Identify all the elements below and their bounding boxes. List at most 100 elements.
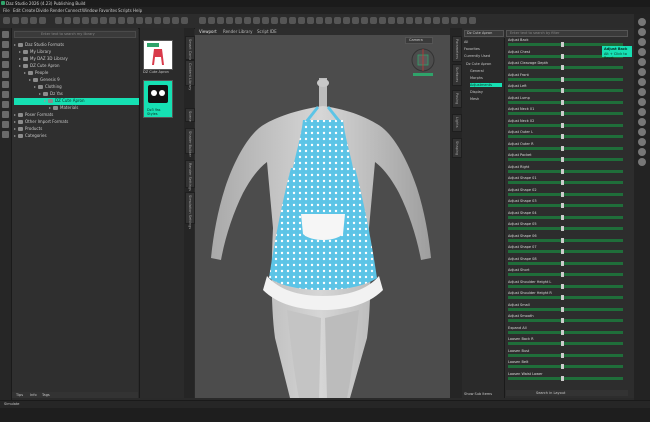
parameter-slider[interactable] [508, 169, 623, 173]
library-tree-item[interactable]: ▸ Daz Studio Formats [14, 42, 64, 49]
parameter-slider[interactable] [508, 181, 623, 184]
preview-icon[interactable] [82, 17, 89, 24]
menu-create[interactable]: Create [22, 8, 35, 13]
menu-edit[interactable]: Edit [13, 8, 21, 13]
library-tree-item[interactable]: ▸ My DAZ 3D Library [19, 56, 68, 63]
slider-handle[interactable] [561, 76, 564, 82]
parameter-row[interactable]: Loosen Back R [506, 337, 626, 346]
simulate-icon[interactable] [163, 17, 170, 24]
menu-divide[interactable]: Divide [36, 8, 49, 13]
slider-handle[interactable] [561, 237, 564, 243]
rotate-tool-icon[interactable] [217, 17, 224, 24]
camera-icon[interactable] [2, 121, 9, 128]
content-icon[interactable] [379, 17, 386, 24]
settings-icon[interactable] [469, 17, 476, 24]
tree-node-morphs[interactable]: Morphs [470, 76, 483, 80]
collision-icon[interactable] [352, 17, 359, 24]
parameter-slider[interactable] [508, 342, 623, 345]
figure-icon[interactable] [2, 111, 9, 118]
parameter-slider[interactable] [508, 77, 623, 81]
camera-icon[interactable] [91, 17, 98, 24]
slider-handle[interactable] [561, 352, 564, 358]
spot-render-icon[interactable] [271, 17, 278, 24]
library-tree-item[interactable]: ▸ My Library [19, 49, 51, 56]
save-icon[interactable] [2, 61, 9, 68]
menu-connect[interactable]: Connect [65, 8, 82, 13]
folder-open-icon[interactable] [2, 51, 9, 58]
show-sub-items-checkbox[interactable]: Show Sub Items [464, 392, 492, 396]
light-icon[interactable] [2, 131, 9, 138]
slider-handle[interactable] [561, 157, 564, 162]
tool-icon-9[interactable] [638, 98, 646, 106]
menu-window[interactable]: Window [82, 8, 98, 13]
pose-tool-icon[interactable] [280, 17, 287, 24]
library-tree-item[interactable]: ▸ Poser Formats [14, 112, 53, 119]
slider-handle[interactable] [561, 329, 564, 335]
parameter-row[interactable]: Adjust Front [506, 73, 626, 82]
tab-shader-builder[interactable]: Shader Builder [185, 128, 195, 157]
parameter-slider[interactable] [508, 238, 623, 242]
menu-help[interactable]: Help [133, 8, 142, 13]
parameter-row[interactable]: Adjust Smooth [506, 314, 626, 323]
slider-handle[interactable] [561, 191, 564, 197]
timeline-icon[interactable] [433, 17, 440, 24]
parameter-row[interactable]: Loosen Belt [506, 360, 626, 369]
parameter-row[interactable]: Adjust Small [506, 303, 626, 312]
tab-viewport[interactable]: Viewport [199, 29, 217, 34]
render-settings-icon[interactable] [64, 17, 71, 24]
library-tree-item[interactable]: ▸ Dz Yas [39, 91, 63, 98]
parameter-row[interactable]: Adjust Pocket [506, 153, 626, 162]
tool-icon-5[interactable] [638, 58, 646, 66]
move-tool-icon[interactable] [208, 17, 215, 24]
navigation-cube[interactable] [409, 46, 437, 78]
shape-icon[interactable] [181, 17, 188, 24]
redo-icon[interactable] [2, 101, 9, 108]
filter-currently-used[interactable]: Currently Used [464, 54, 490, 58]
tree-node-display[interactable]: Display [470, 90, 483, 94]
parameter-slider[interactable] [508, 273, 623, 276]
parameter-slider[interactable] [508, 158, 623, 161]
slider-handle[interactable] [561, 272, 564, 277]
filter-all[interactable]: All [464, 40, 468, 44]
tool-icon-7[interactable] [638, 78, 646, 86]
parameter-slider[interactable] [508, 192, 623, 196]
morph-icon[interactable] [145, 17, 152, 24]
parameter-slider[interactable] [508, 89, 623, 92]
slider-handle[interactable] [561, 214, 564, 220]
library-tree-item[interactable]: ▸ Genesis 9 [29, 77, 60, 84]
parameter-slider[interactable] [508, 204, 623, 207]
parameter-slider[interactable] [508, 284, 623, 288]
smoothing-icon[interactable] [343, 17, 350, 24]
parameter-row[interactable]: Adjust Shape 02 [506, 188, 626, 197]
parameter-slider[interactable] [508, 215, 623, 219]
parameter-row[interactable]: Adjust Shape 07 [506, 245, 626, 254]
parameter-row[interactable]: Adjust Shape 04 [506, 211, 626, 220]
library-search-input[interactable]: Enter text to search my library [14, 31, 136, 38]
parameter-row[interactable]: Adjust Shape 06 [506, 234, 626, 243]
group-icon[interactable] [118, 17, 125, 24]
undo-icon[interactable] [30, 17, 37, 24]
iray-icon[interactable] [73, 17, 80, 24]
parameter-row[interactable]: Adjust Short [506, 268, 626, 277]
node-weight-icon[interactable] [235, 17, 242, 24]
tab-content-library[interactable]: Content Library [185, 60, 195, 90]
library-tree-item[interactable]: ▸ Other Import Formats [14, 119, 68, 126]
pose-icon[interactable] [172, 17, 179, 24]
tab-smart-content[interactable]: Smart Content [185, 36, 195, 65]
tool-icon-1[interactable] [638, 18, 646, 26]
region-nav-icon[interactable] [298, 17, 305, 24]
slider-handle[interactable] [561, 364, 564, 369]
tab-shaping[interactable]: Shaping [452, 138, 462, 158]
thumb-apron[interactable] [143, 40, 173, 70]
redo-icon[interactable] [39, 17, 46, 24]
rig-icon[interactable] [406, 17, 413, 24]
joint-editor-icon[interactable] [253, 17, 260, 24]
parameter-row[interactable]: Adjust Shape 01 [506, 176, 626, 185]
tool-icon-4[interactable] [638, 48, 646, 56]
parameter-row[interactable]: Adjust Cleavage Depth [506, 61, 626, 70]
tree-node-root[interactable]: Dz Cute Apron [466, 62, 491, 66]
slider-handle[interactable] [561, 306, 564, 312]
tool-icon-13[interactable] [638, 138, 646, 146]
node-icon[interactable] [127, 17, 134, 24]
import-icon[interactable] [388, 17, 395, 24]
